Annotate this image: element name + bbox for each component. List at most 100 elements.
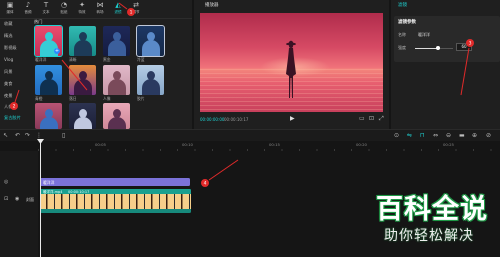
filter-clip[interactable]: 暖洋洋 xyxy=(40,178,190,186)
strength-input[interactable]: 60 xyxy=(456,43,472,51)
ruler-label: 00:10 xyxy=(182,142,193,147)
filter-label: 黑金 xyxy=(103,57,111,62)
video-clip[interactable]: 暖洋洋.mp4 00:00:10:17 xyxy=(40,189,191,213)
playhead[interactable] xyxy=(40,141,41,257)
tab-sticker[interactable]: ◔ 贴纸 xyxy=(56,1,72,17)
filter-thumb[interactable] xyxy=(69,26,96,56)
select-icon[interactable]: ↖ xyxy=(3,132,8,139)
media-icon: ▣ xyxy=(6,1,14,9)
filter-thumb[interactable] xyxy=(137,65,164,95)
annotation-arrow-4 xyxy=(208,159,239,181)
strength-slider-knob[interactable] xyxy=(435,45,440,50)
tab-transition[interactable]: ⋈ 转场 xyxy=(92,1,108,17)
tab-label: 媒体 xyxy=(6,10,14,14)
audio-icon: ♪ xyxy=(25,1,31,9)
fit-icon[interactable]: ⊘ xyxy=(486,132,491,139)
sidebar-item-active[interactable]: 复古胶片 xyxy=(4,115,21,120)
woman-silhouette xyxy=(286,40,296,98)
link-icon[interactable]: ⇋ xyxy=(407,132,412,139)
transition-icon: ⋈ xyxy=(96,1,104,9)
tab-text[interactable]: T 文本 xyxy=(38,1,54,17)
watermark: 百科全说 助你轻松解决 xyxy=(374,195,496,249)
annotation-number-4: 4 xyxy=(204,181,207,187)
watermark-slogan: 助你轻松解决 xyxy=(384,228,474,244)
filter-thumb[interactable] xyxy=(103,65,130,95)
name-label: 名称 xyxy=(398,32,406,37)
filter-label: 青橙 xyxy=(35,96,43,101)
filter-label: 冷蓝 xyxy=(137,57,145,62)
filter-icon: ◭ xyxy=(115,1,121,9)
duration: 00:00:10:17 xyxy=(224,117,249,122)
sticker-icon: ◔ xyxy=(60,1,68,9)
eye-icon[interactable]: ◉ xyxy=(15,196,19,203)
filter-thumb[interactable] xyxy=(35,65,62,95)
resource-panel: ▣ 媒体 ♪ 音频 T 文本 ◔ 贴纸 ✦ 特效 ⋈ 转场 ◭ 滤镜 ⇄ 调节 收藏 精选 影视… xyxy=(0,0,192,129)
lock-icon[interactable]: ⊡ xyxy=(4,196,8,203)
filter-thumb[interactable] xyxy=(103,103,130,129)
tab-divider xyxy=(0,18,192,19)
tab-audio[interactable]: ♪ 音频 xyxy=(20,1,36,17)
filter-thumb[interactable] xyxy=(35,103,62,129)
filter-thumb[interactable] xyxy=(103,26,130,56)
filter-label: 清晰 xyxy=(69,57,77,62)
undo-icon[interactable]: ↶ xyxy=(15,132,20,139)
record-icon[interactable]: ⊙ xyxy=(394,132,399,139)
filter-thumb[interactable] xyxy=(69,103,96,129)
add-filter-icon[interactable]: + xyxy=(54,48,60,54)
sidebar-item[interactable]: 收藏 xyxy=(4,21,12,26)
filter-thumb[interactable] xyxy=(69,65,96,95)
sidebar-item[interactable]: 夜景 xyxy=(4,93,12,98)
ruler-label: 00:05 xyxy=(95,142,106,147)
filter-label: 落日 xyxy=(69,96,77,101)
adjust-icon: ⇄ xyxy=(133,1,139,9)
tab-label: 滤镜 xyxy=(114,10,122,14)
preview-axis-icon[interactable]: ⇔ xyxy=(433,132,438,139)
ruler-label: 00:15 xyxy=(269,142,280,147)
play-icon[interactable]: ▶ xyxy=(290,115,295,122)
text-icon: T xyxy=(43,1,49,9)
video-clip-frames xyxy=(40,194,191,209)
tab-label: 特效 xyxy=(78,10,86,14)
delete-icon[interactable]: ▯ xyxy=(62,132,65,139)
filter-section-title: 热门 xyxy=(34,19,43,24)
sidebar-item[interactable]: 风景 xyxy=(4,69,12,74)
zoom-out-icon[interactable]: ⊖ xyxy=(446,132,451,139)
filter-track-icon: ◎ xyxy=(4,179,9,185)
filter-clip-label: 暖洋洋 xyxy=(43,179,55,185)
inspector-title[interactable]: 滤镜 xyxy=(398,3,407,9)
magnet-icon[interactable]: ⊓ xyxy=(420,132,425,139)
sidebar-item[interactable]: 精选 xyxy=(4,33,12,38)
tab-adjust[interactable]: ⇄ 调节 xyxy=(128,1,144,17)
video-clip-label: 暖洋洋.mp4 xyxy=(43,189,63,194)
zoom-in-icon[interactable]: ⊕ xyxy=(472,132,477,139)
watermark-title: 百科全说 xyxy=(376,194,488,225)
filter-label: 人像 xyxy=(103,96,111,101)
sidebar-item[interactable]: 影视级 xyxy=(4,45,17,50)
filter-label: 暖洋洋 xyxy=(35,57,47,62)
redo-icon[interactable]: ↷ xyxy=(25,132,30,139)
sidebar-item[interactable]: Vlog xyxy=(4,57,13,62)
split-icon[interactable]: ⋮ xyxy=(36,132,42,139)
snapshot-icon[interactable]: ⊡ xyxy=(369,115,374,122)
strength-slider[interactable] xyxy=(415,47,453,49)
cover-button[interactable]: 封面 xyxy=(26,197,34,202)
tab-label: 文本 xyxy=(42,10,50,14)
ruler-label: 00:25 xyxy=(443,142,454,147)
annotation-marker-4 xyxy=(201,179,209,187)
tab-media[interactable]: ▣ 媒体 xyxy=(2,1,18,17)
tab-filter[interactable]: ◭ 滤镜 xyxy=(110,1,126,17)
filter-thumb-selected[interactable]: + xyxy=(34,25,63,57)
filter-thumb[interactable] xyxy=(136,25,165,57)
tab-label: 贴纸 xyxy=(60,10,68,14)
tab-effects[interactable]: ✦ 特效 xyxy=(74,1,90,17)
zoom-slider-icon[interactable]: ▬ xyxy=(459,132,465,139)
fullscreen-icon[interactable]: ⤢ xyxy=(379,115,384,122)
video-preview[interactable] xyxy=(200,13,383,112)
tab-label: 调节 xyxy=(132,10,140,14)
ratio-icon[interactable]: ▭ xyxy=(359,115,365,122)
sidebar-item[interactable]: 人像 xyxy=(4,104,12,109)
filter-label: 胶片 xyxy=(137,96,145,101)
tab-label: 转场 xyxy=(96,10,104,14)
sidebar-item[interactable]: 美食 xyxy=(4,81,12,86)
effects-icon: ✦ xyxy=(79,1,85,9)
